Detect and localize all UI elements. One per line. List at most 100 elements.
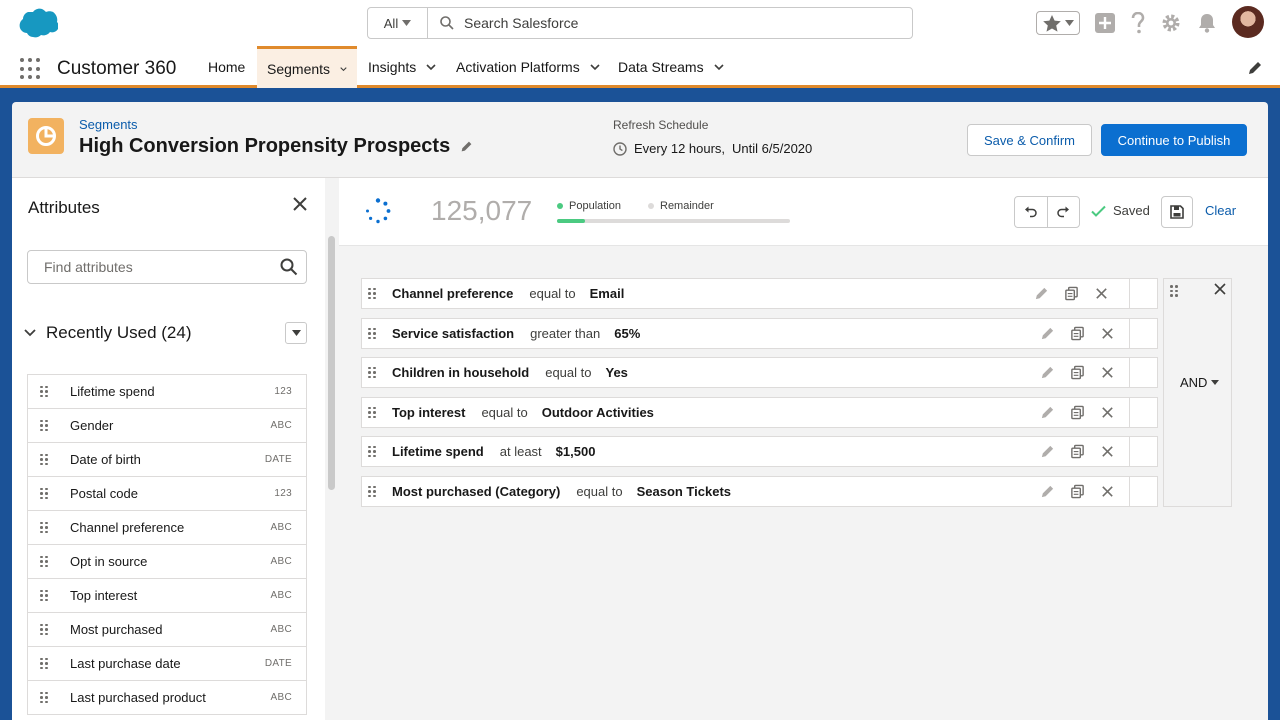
drag-handle-icon[interactable] [368,445,376,458]
attribute-item[interactable]: Date of birth DATE [28,443,306,477]
edit-pencil-icon[interactable] [460,140,473,153]
logic-operator-select[interactable]: AND [1180,375,1220,390]
salesforce-cloud-icon[interactable] [16,8,58,38]
edit-pencil-icon[interactable] [1040,405,1055,420]
save-confirm-button[interactable]: Save & Confirm [967,124,1092,156]
filter-rule[interactable]: Children in household equal to Yes [361,357,1158,388]
nav-item-activation-platforms[interactable]: Activation Platforms [446,46,610,88]
edit-pencil-icon[interactable] [1040,365,1055,380]
drag-handle-icon[interactable] [40,521,48,534]
attribute-type: ABC [270,556,292,567]
attribute-item[interactable]: Channel preference ABC [28,511,306,545]
attribute-item[interactable]: Last purchased product ABC [28,681,306,715]
search-scope-select[interactable]: All [368,8,428,38]
drag-handle-icon[interactable] [1170,285,1178,297]
attribute-type: ABC [270,692,292,703]
copy-icon[interactable] [1070,326,1085,341]
chevron-down-icon[interactable] [340,64,347,74]
filter-rule[interactable]: Most purchased (Category) equal to Season … [361,476,1158,507]
close-icon[interactable] [1094,286,1109,301]
chevron-down-icon[interactable] [714,62,724,72]
global-add-button[interactable] [1094,10,1116,36]
setup-button[interactable] [1160,10,1182,36]
attribute-name: Most purchased [70,622,163,637]
drag-handle-icon[interactable] [40,555,48,568]
drag-handle-icon[interactable] [40,657,48,670]
find-attributes-field[interactable] [27,250,307,284]
nav-item-insights[interactable]: Insights [358,46,446,88]
nav-item-home[interactable]: Home [198,46,255,88]
filter-rule[interactable]: Lifetime spend at least $1,500 [361,436,1158,467]
attribute-item[interactable]: Gender ABC [28,409,306,443]
close-icon[interactable] [1100,405,1115,420]
continue-to-publish-button[interactable]: Continue to Publish [1101,124,1247,156]
close-icon[interactable] [1100,326,1115,341]
attribute-item[interactable]: Opt in source ABC [28,545,306,579]
copy-icon[interactable] [1070,484,1085,499]
app-launcher-icon[interactable] [20,58,42,80]
nav-item-data-streams[interactable]: Data Streams [608,46,734,88]
drag-handle-icon[interactable] [368,485,376,498]
rule-value: Yes [605,365,628,380]
find-attributes-input[interactable] [44,259,280,275]
recently-used-menu-button[interactable] [285,322,307,344]
breadcrumb[interactable]: Segments [79,117,138,132]
copy-icon[interactable] [1070,365,1085,380]
rule-divider [1129,279,1130,308]
remainder-label: Remainder [660,200,714,212]
sidebar-scroll-thumb[interactable] [328,236,335,490]
drag-handle-icon[interactable] [40,385,48,398]
close-icon[interactable] [1100,365,1115,380]
copy-icon[interactable] [1064,286,1079,301]
drag-handle-icon[interactable] [40,589,48,602]
rule-operator: equal to [545,365,592,380]
copy-icon[interactable] [1070,444,1085,459]
attribute-item[interactable]: Postal code 123 [28,477,306,511]
global-header: All [0,0,1280,46]
refresh-schedule-label: Refresh Schedule [613,118,709,132]
clear-button[interactable]: Clear [1205,203,1236,218]
copy-icon[interactable] [1070,405,1085,420]
search-input[interactable] [464,15,884,31]
chevron-down-icon[interactable] [590,62,600,72]
favorites-button[interactable] [1036,11,1080,35]
drag-handle-icon[interactable] [40,453,48,466]
close-icon[interactable] [292,196,308,212]
filter-rule[interactable]: Top interest equal to Outdoor Activities [361,397,1158,428]
filter-rule[interactable]: Channel preference equal to Email [361,278,1158,309]
redo-button[interactable] [1048,197,1080,227]
attribute-item[interactable]: Top interest ABC [28,579,306,613]
help-button[interactable] [1128,10,1148,36]
global-search[interactable]: All [367,7,913,39]
attribute-item[interactable]: Last purchase date DATE [28,647,306,681]
attribute-name: Date of birth [70,452,141,467]
attribute-item[interactable]: Lifetime spend 123 [28,375,306,409]
edit-pencil-icon[interactable] [1040,444,1055,459]
drag-handle-icon[interactable] [40,691,48,704]
drag-handle-icon[interactable] [40,419,48,432]
user-avatar[interactable] [1232,6,1264,38]
chevron-down-icon[interactable] [426,62,436,72]
close-icon[interactable] [1100,484,1115,499]
edit-pencil-icon[interactable] [1040,484,1055,499]
rule-operator: equal to [576,484,623,499]
undo-button[interactable] [1015,197,1048,227]
edit-pencil-icon[interactable] [1247,60,1263,76]
close-icon[interactable] [1100,444,1115,459]
filter-rule[interactable]: Service satisfaction greater than 65% [361,318,1158,349]
drag-handle-icon[interactable] [40,623,48,636]
drag-handle-icon[interactable] [40,487,48,500]
nav-item-segments[interactable]: Segments [257,46,357,88]
attribute-item[interactable]: Most purchased ABC [28,613,306,647]
drag-handle-icon[interactable] [368,327,376,340]
rule-field: Channel preference [392,286,514,301]
edit-pencil-icon[interactable] [1034,286,1049,301]
close-icon[interactable] [1214,283,1226,295]
recently-used-toggle[interactable]: Recently Used (24) [24,323,192,343]
drag-handle-icon[interactable] [368,287,376,300]
edit-pencil-icon[interactable] [1040,326,1055,341]
notifications-button[interactable] [1196,10,1218,36]
drag-handle-icon[interactable] [368,406,376,419]
save-draft-button[interactable] [1161,196,1193,228]
drag-handle-icon[interactable] [368,366,376,379]
